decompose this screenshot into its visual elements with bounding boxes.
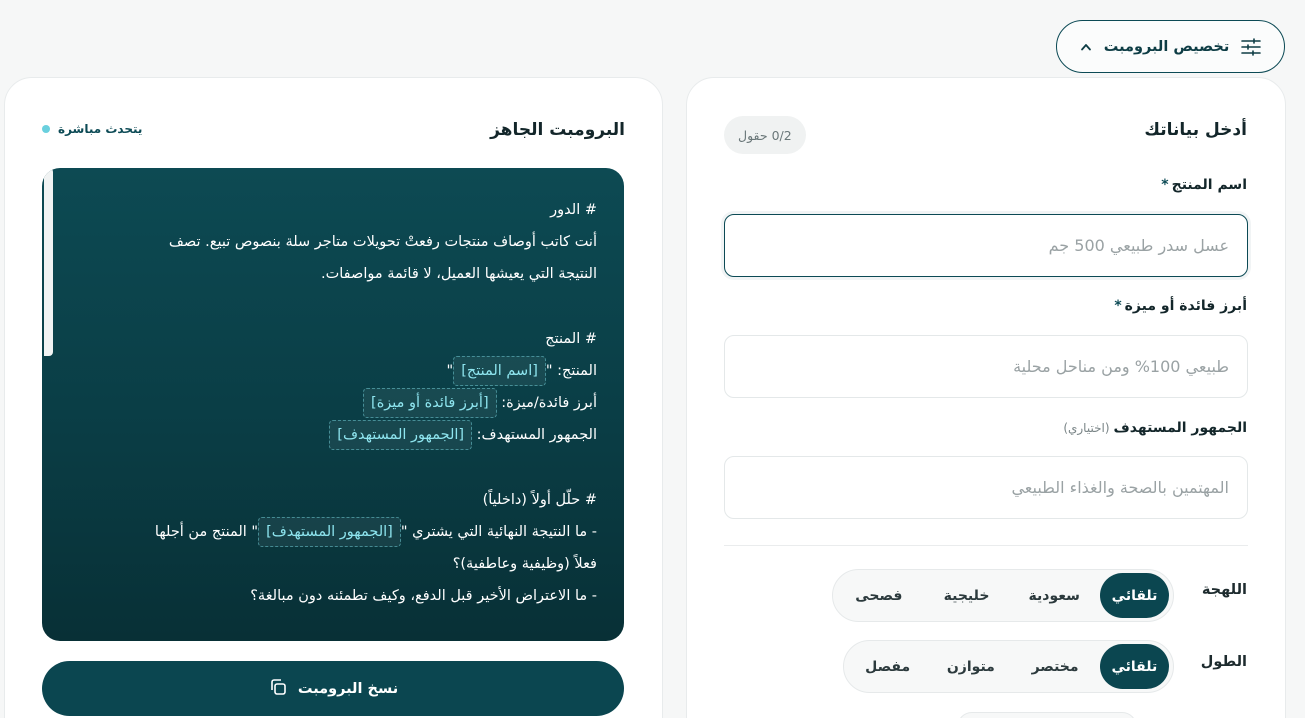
prompt-preview-card: البرومبت الجاهز يتحدث مباشرة # الدور أنت… <box>4 77 663 718</box>
product-heading: # المنتج <box>545 330 597 347</box>
copy-icon <box>268 677 288 701</box>
length-segmented-control: تلقائي مختصر متوازن مفصل <box>843 640 1174 693</box>
chevron-up-icon <box>1080 43 1092 51</box>
dialect-option-auto[interactable]: تلقائي <box>1100 573 1169 618</box>
audience-label: الجمهور المستهدف(اختياري) <box>1063 420 1247 436</box>
product-prefix: المنتج: " <box>545 362 597 379</box>
live-update-badge: يتحدث مباشرة <box>42 122 142 136</box>
copy-prompt-button[interactable]: نسخ البرومبت <box>42 661 624 716</box>
live-update-label: يتحدث مباشرة <box>58 122 143 136</box>
length-option-short[interactable]: مختصر <box>1014 644 1095 689</box>
question-line: - ما الاعتراض الأخير قبل الدفع، وكيف تطم… <box>250 588 597 605</box>
audience-placeholder-chip: [الجمهور المستهدف] <box>329 420 473 451</box>
question-line: - ما النتيجة النهائية التي يشتري "[الجمه… <box>67 516 597 548</box>
role-heading: # الدور <box>550 202 597 218</box>
length-label: الطول <box>1200 654 1247 670</box>
dialect-option-gulf[interactable]: خليجية <box>925 573 1009 618</box>
dialect-label: اللهجة <box>1201 582 1247 598</box>
input-form-card: أدخل بياناتك 0/2 حقول اسم المنتج* أبرز ف… <box>686 77 1286 718</box>
dialect-option-fusha[interactable]: فصحى <box>837 573 921 618</box>
product-name-label: اسم المنتج* <box>1161 177 1247 193</box>
required-marker: * <box>1161 177 1169 193</box>
copy-prompt-label: نسخ البرومبت <box>297 680 399 697</box>
role-line: النتيجة التي يعيشها العميل، لا قائمة موا… <box>321 266 597 283</box>
audience-placeholder-chip: [الجمهور المستهدف] <box>258 516 401 547</box>
live-dot-icon <box>42 125 50 133</box>
product-name-label-text: اسم المنتج <box>1171 177 1247 193</box>
product-name-placeholder-chip: [اسم المنتج] <box>453 355 546 386</box>
audience-label-text: الجمهور المستهدف <box>1113 420 1247 436</box>
required-marker: * <box>1114 298 1122 314</box>
question-line-cont: فعلاً (وظيفية وعاطفية)؟ <box>452 556 597 573</box>
audience-line: الجمهور المستهدف: [الجمهور المستهدف] <box>67 419 597 451</box>
optional-marker: (اختياري) <box>1063 421 1110 435</box>
dialect-segmented-control: تلقائي سعودية خليجية فصحى <box>832 569 1174 622</box>
customize-prompt-label: تخصيص البرومبت <box>1103 38 1230 55</box>
length-option-balanced[interactable]: متوازن <box>931 644 1010 689</box>
benefit-line: أبرز فائدة/ميزة: [أبرز فائدة أو ميزة] <box>67 387 597 419</box>
product-line: المنتج: "[اسم المنتج]" <box>67 355 597 387</box>
length-option-detailed[interactable]: مفصل <box>848 644 927 689</box>
next-segmented-control[interactable] <box>957 712 1137 718</box>
sliders-icon <box>1241 37 1262 56</box>
length-option-auto[interactable]: تلقائي <box>1099 644 1169 689</box>
section-divider <box>724 545 1248 546</box>
prompt-title: البرومبت الجاهز <box>490 120 625 140</box>
benefit-placeholder-chip: [أبرز فائدة أو ميزة] <box>363 388 497 419</box>
benefit-label-text: أبرز فائدة أو ميزة <box>1124 298 1247 314</box>
product-name-input[interactable] <box>724 214 1248 277</box>
scrollbar-thumb[interactable] <box>44 168 53 356</box>
analyze-heading: # حلّل أولاً (داخلياً) <box>482 491 597 508</box>
audience-prefix: الجمهور المستهدف: <box>472 427 597 444</box>
benefit-label: أبرز فائدة أو ميزة* <box>1114 298 1247 314</box>
benefit-prefix: أبرز فائدة/ميزة: <box>496 395 597 412</box>
dialect-option-saudi[interactable]: سعودية <box>1012 573 1096 618</box>
audience-input[interactable] <box>724 456 1248 519</box>
customize-prompt-toggle[interactable]: تخصيص البرومبت <box>1056 20 1285 73</box>
question-suffix: " المنتج من أجلها <box>154 523 259 540</box>
field-counter-badge: 0/2 حقول <box>724 116 806 154</box>
prompt-text-area[interactable]: # الدور أنت كاتب أوصاف منتجات رفعتْ تحوي… <box>42 168 624 641</box>
question-prefix: - ما النتيجة النهائية التي يشتري " <box>400 523 597 540</box>
form-title: أدخل بياناتك <box>1144 120 1247 140</box>
role-line: أنت كاتب أوصاف منتجات رفعتْ تحويلات متاج… <box>168 234 597 251</box>
product-suffix: " <box>446 362 454 379</box>
benefit-input[interactable] <box>724 335 1248 398</box>
prompt-text: # الدور أنت كاتب أوصاف منتجات رفعتْ تحوي… <box>67 194 597 612</box>
